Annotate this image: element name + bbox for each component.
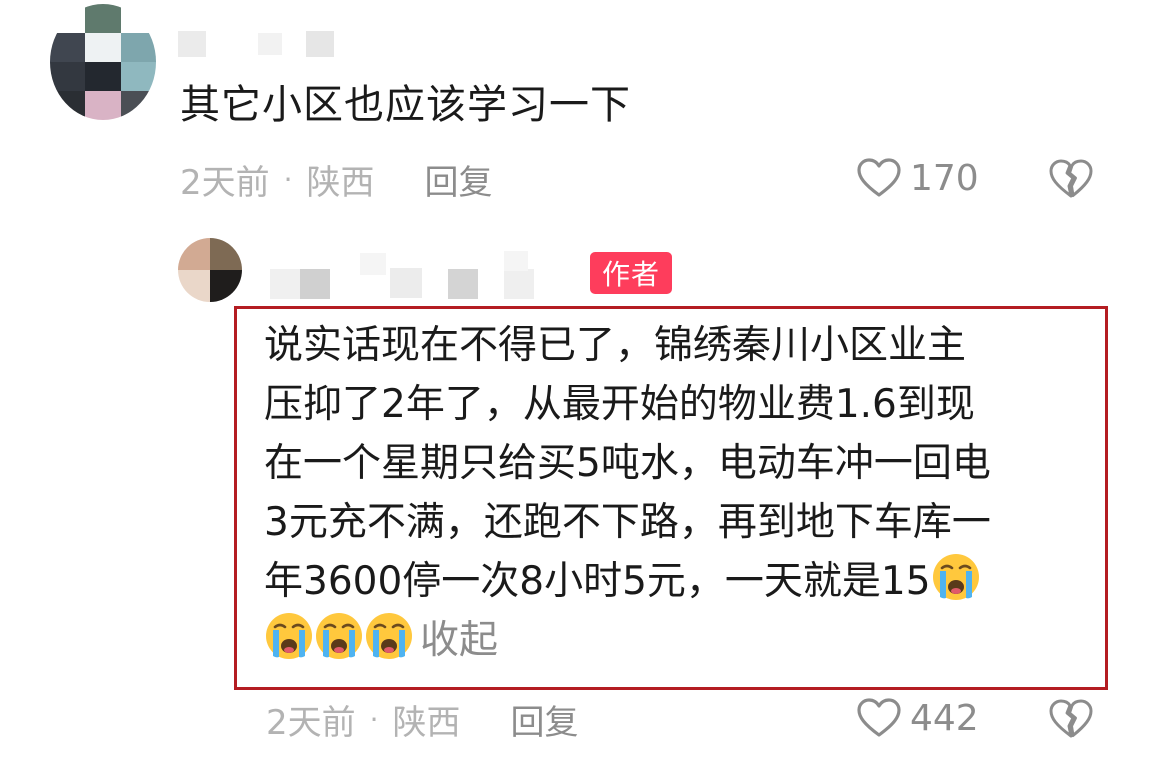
heart-outline-icon	[857, 158, 901, 197]
avatar[interactable]	[178, 238, 242, 302]
comment-meta: 2天前 · 陕西 回复	[266, 695, 579, 744]
heart-outline-icon	[857, 698, 901, 737]
separator-dot: ·	[283, 162, 293, 196]
reply-text-line: 说实话现在不得已了，锦绣秦川小区业主	[264, 323, 967, 368]
comment-time: 2天前	[266, 702, 356, 743]
reply-text-line: 3元充不满，还跑不下路，再到地下车库一	[264, 500, 991, 545]
collapse-button[interactable]: 收起	[420, 618, 498, 663]
author-badge: 作者	[590, 252, 672, 294]
comment-text: 其它小区也应该学习一下	[180, 82, 631, 128]
reply-text-line: 在一个星期只给买5吨水，电动车冲一回电	[264, 441, 991, 486]
loudly-crying-face-icon	[316, 613, 362, 659]
loudly-crying-face-icon	[932, 554, 979, 600]
separator-dot: ·	[369, 702, 379, 736]
like-button[interactable]: 170	[856, 154, 979, 202]
loudly-crying-face-icon	[366, 613, 412, 659]
reply-text-line: 年3600停一次8小时5元，一天就是15	[264, 559, 931, 604]
avatar[interactable]	[50, 4, 156, 120]
reply-text-line-with-emoji: 年3600停一次8小时5元，一天就是15	[264, 552, 1104, 611]
like-button[interactable]: 442	[856, 694, 979, 742]
broken-heart-icon[interactable]	[1048, 158, 1094, 200]
comment-location: 陕西	[392, 702, 461, 743]
username-blurred[interactable]	[178, 30, 334, 58]
broken-heart-icon[interactable]	[1048, 698, 1094, 740]
reply-text: 说实话现在不得已了，锦绣秦川小区业主 压抑了2年了，从最开始的物业费1.6到现 …	[264, 316, 1104, 670]
username-blurred[interactable]	[270, 242, 534, 300]
like-count: 442	[910, 697, 979, 739]
reply-button[interactable]: 回复	[425, 155, 493, 204]
comment-time: 2天前	[180, 162, 270, 203]
comment-location: 陕西	[306, 162, 375, 203]
loudly-crying-face-icon	[266, 613, 312, 659]
reply-text-line: 压抑了2年了，从最开始的物业费1.6到现	[264, 382, 975, 427]
comment-meta: 2天前 · 陕西 回复	[180, 155, 493, 204]
reply-last-line: 收起	[264, 611, 1104, 670]
like-count: 170	[910, 157, 979, 199]
reply-button[interactable]: 回复	[511, 695, 579, 744]
